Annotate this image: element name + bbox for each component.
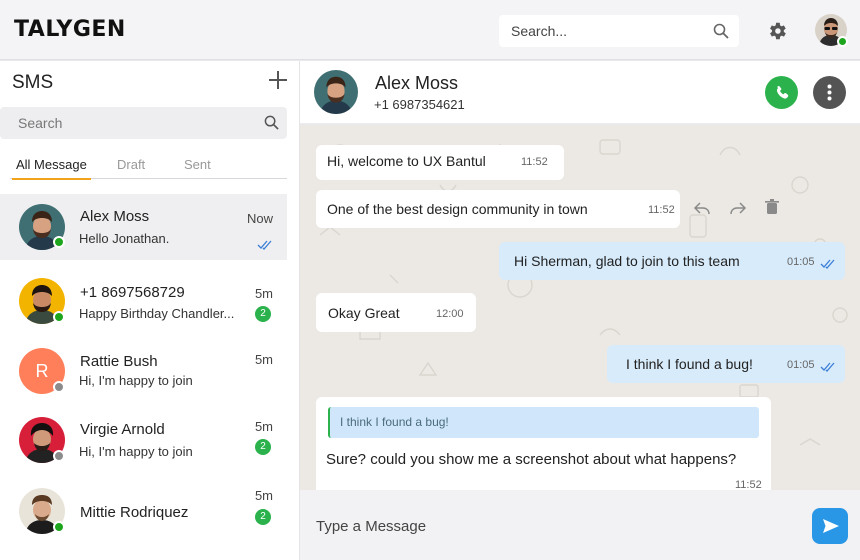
- contact-name: +1 8697568729: [80, 284, 185, 301]
- conversation-item[interactable]: Virgie Arnold Hi, I'm happy to join 5m 2: [0, 405, 287, 471]
- send-button[interactable]: [812, 508, 848, 544]
- unread-badge: 2: [255, 509, 271, 525]
- message-time: 01:05: [787, 359, 815, 371]
- more-vertical-icon: [827, 84, 832, 101]
- message-composer: [300, 490, 860, 560]
- reply-icon[interactable]: [693, 199, 711, 221]
- message-time: 5m: [254, 286, 273, 301]
- global-search[interactable]: [499, 15, 739, 47]
- sidebar-search-input[interactable]: [18, 114, 238, 132]
- message-tabs: All Message Draft Sent: [10, 155, 287, 180]
- message-time: 5m: [254, 488, 273, 503]
- forward-icon[interactable]: [729, 199, 747, 221]
- send-icon: [823, 519, 839, 533]
- conversation-item[interactable]: Mittie Rodriquez 5m 2: [0, 474, 287, 540]
- online-status-dot: [53, 521, 65, 533]
- quoted-text: I think I found a bug!: [340, 415, 449, 429]
- contact-name: Alex Moss: [80, 208, 150, 225]
- offline-status-dot: [53, 450, 65, 462]
- trash-icon[interactable]: [765, 199, 779, 219]
- new-message-button[interactable]: [269, 71, 287, 89]
- chat-contact-phone: +1 6987354621: [374, 97, 465, 112]
- online-status-dot: [837, 36, 848, 47]
- outgoing-message[interactable]: Hi Sherman, glad to join to this team 01…: [499, 242, 845, 280]
- message-text: I think I found a bug!: [626, 356, 753, 372]
- search-icon[interactable]: [264, 115, 279, 134]
- gear-icon[interactable]: [766, 20, 788, 46]
- call-button[interactable]: [765, 76, 798, 109]
- offline-status-dot: [53, 381, 65, 393]
- tab-draft[interactable]: Draft: [117, 157, 145, 172]
- contact-avatar[interactable]: [314, 70, 358, 114]
- sms-sidebar: SMS All Message Draft Sent Alex Moss Hel…: [0, 61, 300, 560]
- outgoing-message[interactable]: I think I found a bug! 01:05: [607, 345, 845, 383]
- message-time: 12:00: [436, 308, 464, 320]
- conversation-item[interactable]: R Rattie Bush Hi, I'm happy to join 5m: [0, 337, 287, 403]
- message-time: Now: [246, 211, 273, 226]
- phone-icon: [776, 86, 789, 99]
- more-options-button[interactable]: [813, 76, 846, 109]
- contact-name: Rattie Bush: [80, 353, 158, 370]
- message-text: Hi, welcome to UX Bantul: [327, 153, 486, 169]
- chat-contact-name: Alex Moss: [375, 73, 459, 93]
- last-message: Hi, I'm happy to join: [79, 373, 193, 388]
- message-input[interactable]: [316, 515, 786, 537]
- read-receipt-icon: [820, 256, 836, 272]
- message-time: 01:05: [787, 256, 815, 268]
- message-text: Sure? could you show me a screenshot abo…: [326, 451, 737, 468]
- chat-header: Alex Moss +1 6987354621: [300, 61, 860, 124]
- message-text: Hi Sherman, glad to join to this team: [514, 253, 740, 269]
- contact-name: Mittie Rodriquez: [80, 504, 189, 521]
- last-message: Hi, I'm happy to join: [79, 444, 193, 459]
- message-time: 5m: [254, 419, 273, 434]
- contact-name: Virgie Arnold: [80, 421, 165, 438]
- conversation-item[interactable]: Alex Moss Hello Jonathan. Now: [0, 194, 287, 260]
- tab-all-message[interactable]: All Message: [12, 157, 91, 180]
- read-receipt-icon: [257, 235, 273, 254]
- quoted-message[interactable]: I think I found a bug!: [328, 407, 759, 438]
- search-icon[interactable]: [713, 23, 729, 43]
- top-header: TALYGEN: [0, 0, 860, 60]
- incoming-message[interactable]: Hi, welcome to UX Bantul 11:52: [316, 145, 564, 180]
- read-receipt-icon: [820, 359, 836, 375]
- incoming-message[interactable]: One of the best design community in town…: [316, 190, 680, 228]
- talygen-logo[interactable]: TALYGEN: [14, 17, 126, 42]
- message-thread[interactable]: Hi, welcome to UX Bantul 11:52 One of th…: [300, 125, 860, 490]
- last-message: Happy Birthday Chandler...: [79, 306, 235, 321]
- user-avatar[interactable]: [815, 14, 848, 47]
- conversation-item[interactable]: +1 8697568729 Happy Birthday Chandler...…: [0, 269, 287, 335]
- unread-badge: 2: [255, 439, 271, 455]
- sidebar-title: SMS: [12, 72, 54, 93]
- tab-sent[interactable]: Sent: [184, 157, 211, 172]
- incoming-reply-message[interactable]: I think I found a bug! Sure? could you s…: [316, 397, 771, 490]
- online-status-dot: [53, 236, 65, 248]
- message-time: 11:52: [521, 156, 548, 168]
- incoming-message[interactable]: Okay Great 12:00: [316, 293, 476, 332]
- message-time: 5m: [254, 352, 273, 367]
- message-text: Okay Great: [328, 305, 400, 321]
- message-text: One of the best design community in town: [327, 201, 588, 217]
- message-time: 11:52: [648, 204, 675, 216]
- unread-badge: 2: [255, 306, 271, 322]
- online-status-dot: [53, 311, 65, 323]
- last-message: Hello Jonathan.: [79, 231, 170, 246]
- message-time: 11:52: [735, 479, 762, 490]
- global-search-input[interactable]: [511, 21, 701, 41]
- sidebar-search[interactable]: [0, 107, 287, 139]
